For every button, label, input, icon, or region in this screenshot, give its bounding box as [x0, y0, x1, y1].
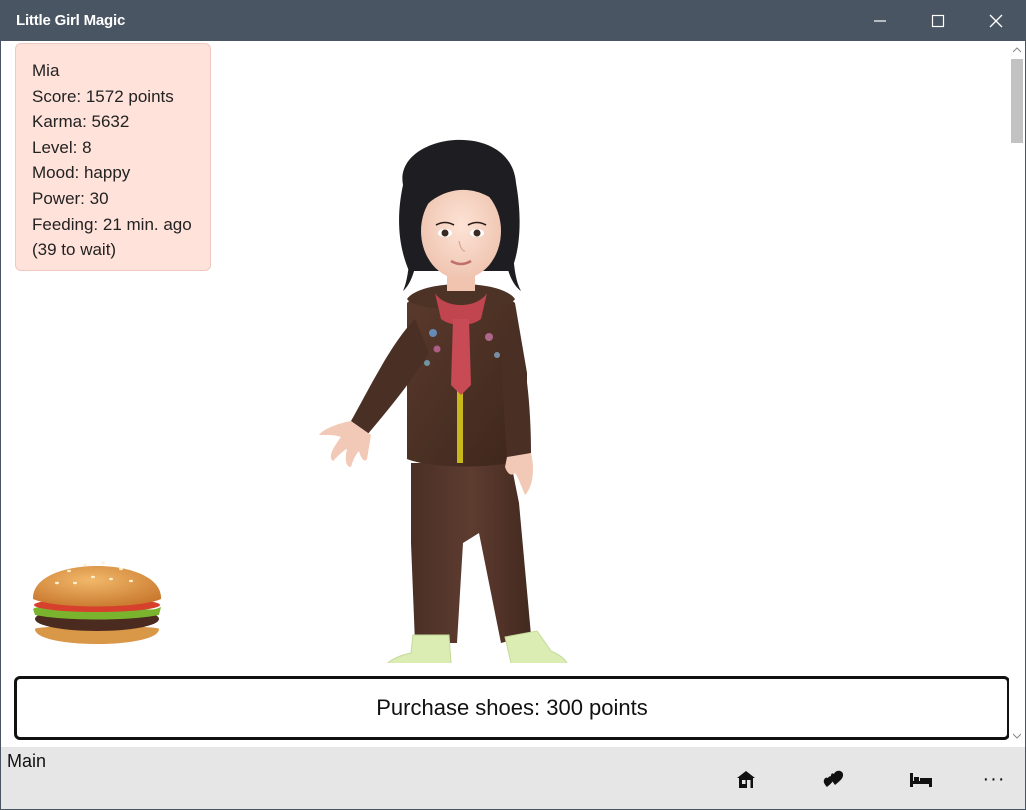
bed-icon: [910, 773, 932, 787]
app-bar: Main ···: [1, 747, 1025, 809]
page-label: Main: [7, 751, 47, 771]
close-icon: [989, 14, 1003, 28]
feeding-text: Feeding: 21 min. ago: [32, 214, 192, 234]
maximize-button[interactable]: [909, 1, 967, 41]
scroll-up-icon[interactable]: [1013, 47, 1021, 53]
karma-text: Karma: 5632: [32, 112, 130, 132]
level-text: Level: 8: [32, 137, 92, 157]
wait-text: (39 to wait): [32, 240, 117, 260]
vertical-scrollbar[interactable]: [1009, 41, 1025, 747]
app-window: Little Girl Magic Mia Score: 1572 points…: [0, 0, 1026, 810]
minimize-button[interactable]: [851, 1, 909, 41]
window-title: Little Girl Magic: [16, 12, 126, 29]
score-text: Score: 1572 points: [32, 86, 174, 106]
burger-food[interactable]: [29, 549, 165, 657]
close-button[interactable]: [967, 1, 1025, 41]
title-bar: Little Girl Magic: [1, 1, 1025, 41]
more-icon: ···: [982, 767, 1006, 790]
love-button[interactable]: [814, 759, 854, 799]
home-button[interactable]: [726, 759, 766, 799]
scroll-thumb[interactable]: [1011, 59, 1023, 143]
stats-panel: Mia Score: 1572 points Karma: 5632 Level…: [15, 43, 211, 271]
home-icon: [737, 771, 755, 788]
power-text: Power: 30: [32, 188, 109, 208]
more-button[interactable]: ···: [974, 759, 1014, 799]
mood-text: Mood: happy: [32, 163, 131, 183]
scroll-down-icon[interactable]: [1013, 733, 1021, 739]
hearts-icon: [823, 770, 844, 787]
maximize-icon: [931, 14, 945, 28]
character-name: Mia: [32, 61, 60, 80]
minimize-icon: [874, 20, 886, 22]
main-content: Mia Score: 1572 points Karma: 5632 Level…: [1, 41, 1010, 747]
purchase-shoes-button[interactable]: Purchase shoes: 300 points: [14, 676, 1010, 740]
sleep-button[interactable]: [901, 759, 941, 799]
girl-character[interactable]: [311, 123, 611, 663]
